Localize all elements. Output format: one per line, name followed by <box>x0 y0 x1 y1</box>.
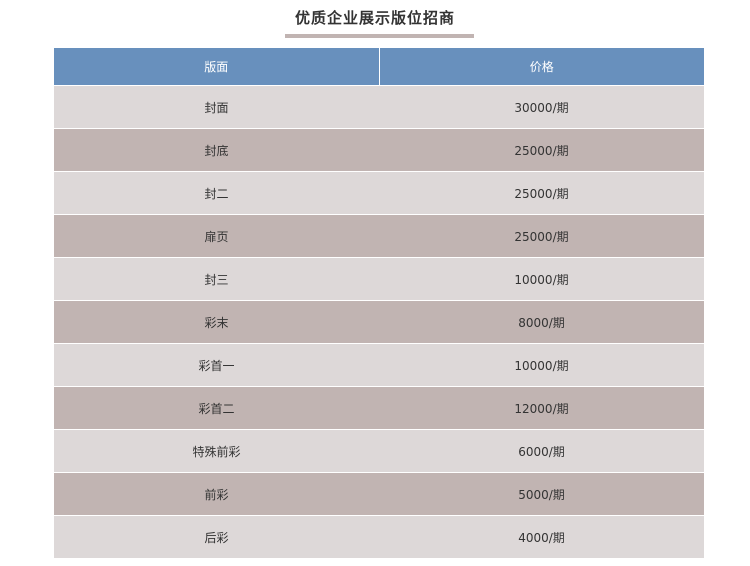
cell-price: 5000/期 <box>379 472 704 516</box>
cell-position: 扉页 <box>54 214 379 258</box>
table-row: 前彩 5000/期 <box>54 472 704 516</box>
cell-position: 彩末 <box>54 300 379 344</box>
cell-price: 25000/期 <box>379 171 704 215</box>
cell-position: 特殊前彩 <box>54 429 379 473</box>
table-row: 封三 10000/期 <box>54 257 704 301</box>
table-row: 封二 25000/期 <box>54 171 704 215</box>
table-row: 特殊前彩 6000/期 <box>54 429 704 473</box>
cell-price: 4000/期 <box>379 515 704 558</box>
table-row: 扉页 25000/期 <box>54 214 704 258</box>
cell-price: 10000/期 <box>379 343 704 387</box>
cell-price: 25000/期 <box>379 214 704 258</box>
page-title: 优质企业展示版位招商 <box>294 9 455 27</box>
table-row: 彩首一 10000/期 <box>54 343 704 387</box>
header-price: 价格 <box>379 48 704 86</box>
table-row: 彩末 8000/期 <box>54 300 704 344</box>
cell-position: 彩首一 <box>54 343 379 387</box>
table-row: 封底 25000/期 <box>54 128 704 172</box>
cell-price: 6000/期 <box>379 429 704 473</box>
title-underline <box>285 34 474 38</box>
cell-price: 10000/期 <box>379 257 704 301</box>
cell-position: 封三 <box>54 257 379 301</box>
table-row: 彩首二 12000/期 <box>54 386 704 430</box>
header-position: 版面 <box>54 48 380 86</box>
table-row: 后彩 4000/期 <box>54 515 704 558</box>
cell-position: 封二 <box>54 171 379 215</box>
ad-rate-table: 版面 价格 封面 30000/期 封底 25000/期 封二 25000/期 扉… <box>54 48 704 558</box>
cell-price: 8000/期 <box>379 300 704 344</box>
table-row: 封面 30000/期 <box>54 85 704 129</box>
cell-position: 封底 <box>54 128 379 172</box>
cell-position: 封面 <box>54 85 379 129</box>
table-header-row: 版面 价格 <box>54 48 704 86</box>
cell-price: 25000/期 <box>379 128 704 172</box>
cell-price: 30000/期 <box>379 85 704 129</box>
cell-position: 彩首二 <box>54 386 379 430</box>
cell-price: 12000/期 <box>379 386 704 430</box>
cell-position: 后彩 <box>54 515 379 558</box>
cell-position: 前彩 <box>54 472 379 516</box>
